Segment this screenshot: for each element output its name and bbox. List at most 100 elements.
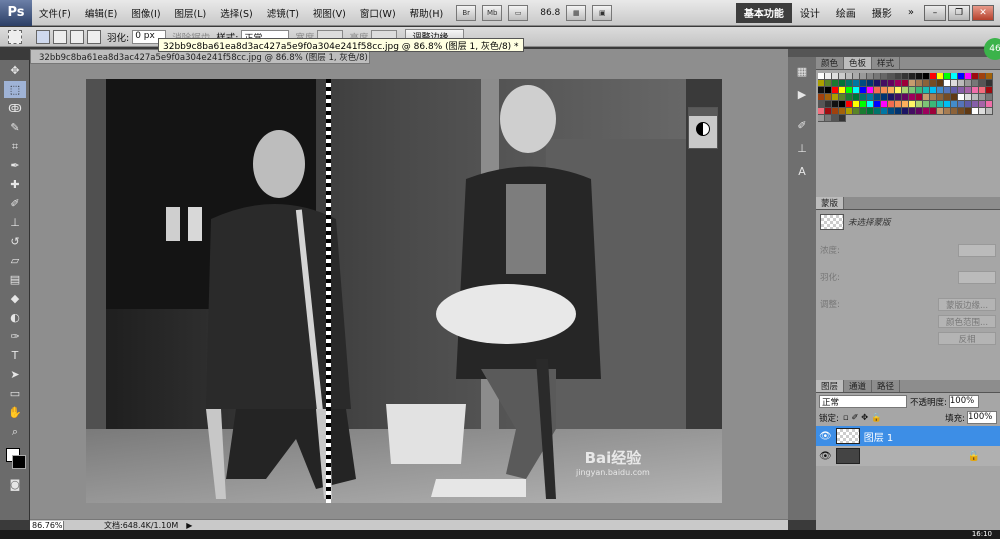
swatch[interactable] — [853, 80, 860, 87]
swatch[interactable] — [895, 94, 902, 101]
swatch[interactable] — [818, 115, 825, 122]
swatch[interactable] — [860, 94, 867, 101]
tab-masks[interactable]: 蒙版 — [816, 197, 845, 209]
quick-select-tool-icon[interactable]: ✎ — [4, 119, 26, 136]
view-extras-button[interactable]: ▭ — [508, 4, 529, 21]
swatch[interactable] — [986, 101, 993, 108]
swatch[interactable] — [818, 80, 825, 87]
swatch[interactable] — [923, 108, 930, 115]
workspace-essentials[interactable]: 基本功能 — [735, 2, 792, 23]
swatch[interactable] — [846, 108, 853, 115]
swatch[interactable] — [965, 108, 972, 115]
swatch[interactable] — [902, 87, 909, 94]
swatch[interactable] — [895, 101, 902, 108]
swatch[interactable] — [979, 73, 986, 80]
clone-stamp-tool-icon[interactable]: ⊥ — [4, 214, 26, 231]
swatch[interactable] — [825, 80, 832, 87]
swatch[interactable] — [951, 80, 958, 87]
photo-canvas[interactable]: Bai经验 jingyan.baidu.com — [86, 79, 722, 503]
workspace-design[interactable]: 设计 — [792, 5, 828, 20]
swatch[interactable] — [958, 94, 965, 101]
swatch[interactable] — [902, 101, 909, 108]
swatch[interactable] — [979, 94, 986, 101]
eraser-tool-icon[interactable]: ▱ — [4, 252, 26, 269]
swatch[interactable] — [972, 94, 979, 101]
swatch[interactable] — [937, 94, 944, 101]
actions-panel-icon[interactable]: ▶ — [791, 86, 813, 103]
swatch[interactable] — [846, 80, 853, 87]
swatch[interactable] — [951, 87, 958, 94]
swatch[interactable] — [818, 101, 825, 108]
background-color[interactable] — [12, 455, 26, 469]
screen-mode-button[interactable]: ▣ — [592, 4, 613, 21]
swatch[interactable] — [853, 101, 860, 108]
mask-edge-button[interactable]: 蒙版边缘... — [938, 298, 996, 311]
swatch[interactable] — [930, 108, 937, 115]
swatch[interactable] — [909, 80, 916, 87]
swatch[interactable] — [937, 87, 944, 94]
swatch[interactable] — [881, 87, 888, 94]
healing-brush-tool-icon[interactable]: ✚ — [4, 176, 26, 193]
color-range-button[interactable]: 颜色范围... — [938, 315, 996, 328]
doc-size[interactable]: 文档:648.4K/1.10M — [104, 520, 178, 531]
add-selection-icon[interactable] — [53, 29, 67, 44]
swatch[interactable] — [867, 87, 874, 94]
swatch[interactable] — [888, 87, 895, 94]
swatch[interactable] — [839, 101, 846, 108]
swatch[interactable] — [923, 87, 930, 94]
menu-window[interactable]: 窗口(W) — [353, 6, 403, 20]
swatch[interactable] — [972, 73, 979, 80]
new-selection-icon[interactable] — [36, 29, 50, 44]
swatch[interactable] — [867, 108, 874, 115]
workspace-painting[interactable]: 绘画 — [828, 5, 864, 20]
history-brush-tool-icon[interactable]: ↺ — [4, 233, 26, 250]
tab-paths[interactable]: 路径 — [872, 380, 901, 392]
lock-icons[interactable]: ▫ ✐ ✥ 🔒 — [843, 413, 882, 423]
density-input[interactable] — [958, 244, 996, 257]
swatch[interactable] — [839, 80, 846, 87]
swatch[interactable] — [839, 87, 846, 94]
fill-input[interactable]: 100% — [967, 411, 997, 424]
swatch[interactable] — [916, 101, 923, 108]
crop-tool-icon[interactable]: ⌗ — [4, 138, 26, 155]
arrange-documents-button[interactable]: ▦ — [566, 4, 587, 21]
swatch[interactable] — [951, 108, 958, 115]
swatch[interactable] — [916, 94, 923, 101]
swatch[interactable] — [958, 80, 965, 87]
swatch[interactable] — [916, 108, 923, 115]
layer-row-background[interactable]: 👁 🔒 — [816, 446, 1000, 466]
swatch[interactable] — [825, 115, 832, 122]
layer-name[interactable]: 图层 1 — [864, 429, 894, 444]
swatch[interactable] — [965, 80, 972, 87]
swatch[interactable] — [832, 94, 839, 101]
swatch[interactable] — [930, 101, 937, 108]
swatch[interactable] — [860, 108, 867, 115]
swatch[interactable] — [832, 101, 839, 108]
swatch[interactable] — [839, 115, 846, 122]
swatch[interactable] — [860, 87, 867, 94]
swatch[interactable] — [881, 80, 888, 87]
swatch[interactable] — [944, 87, 951, 94]
swatch[interactable] — [916, 87, 923, 94]
swatch[interactable] — [867, 73, 874, 80]
swatch[interactable] — [951, 101, 958, 108]
zoom-field[interactable]: 86.76% — [30, 520, 64, 530]
swatch[interactable] — [832, 108, 839, 115]
swatch[interactable] — [930, 80, 937, 87]
swatch[interactable] — [832, 115, 839, 122]
close-button[interactable]: ✕ — [972, 4, 994, 21]
path-select-tool-icon[interactable]: ➤ — [4, 366, 26, 383]
swatch[interactable] — [986, 94, 993, 101]
swatch[interactable] — [923, 101, 930, 108]
swatch[interactable] — [839, 94, 846, 101]
tab-color[interactable]: 颜色 — [816, 57, 845, 69]
restore-button[interactable]: ❐ — [948, 4, 970, 21]
more-workspaces-icon[interactable]: » — [900, 7, 922, 18]
menu-file[interactable]: 文件(F) — [32, 6, 78, 20]
pen-tool-icon[interactable]: ✑ — [4, 328, 26, 345]
swatch[interactable] — [874, 87, 881, 94]
swatch[interactable] — [986, 108, 993, 115]
swatch[interactable] — [818, 108, 825, 115]
swatch[interactable] — [972, 108, 979, 115]
swatch[interactable] — [965, 87, 972, 94]
